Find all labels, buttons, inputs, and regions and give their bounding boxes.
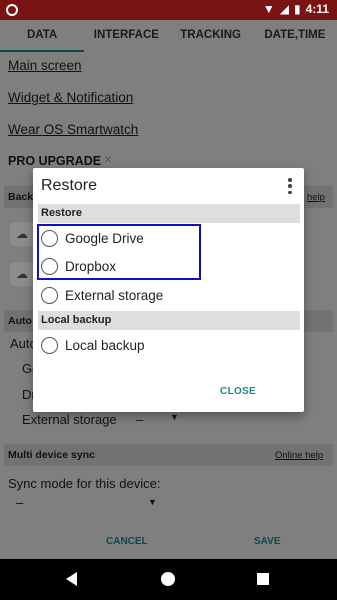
battery-icon: ▮ bbox=[294, 2, 301, 16]
navigation-bar bbox=[0, 559, 337, 600]
local-backup-option[interactable]: Local backup bbox=[41, 337, 145, 354]
highlight-annotation bbox=[37, 224, 201, 280]
dialog-title: Restore bbox=[41, 177, 98, 194]
pro-close-icon[interactable]: × bbox=[104, 151, 112, 167]
external-storage-auto-label: External storage bbox=[22, 412, 117, 427]
main-screen-link[interactable]: Main screen bbox=[8, 58, 82, 73]
backup-help-link[interactable]: help bbox=[307, 192, 325, 203]
external-storage-value[interactable]: – bbox=[136, 412, 143, 427]
cloud-download-icon[interactable]: ☁ bbox=[10, 262, 34, 286]
restore-dialog: Restore Restore Google Drive Dropbox Ext… bbox=[33, 168, 304, 412]
tab-bar: DATA INTERFACE TRACKING DATE,TIME bbox=[0, 20, 337, 52]
overflow-menu-icon[interactable] bbox=[288, 178, 292, 194]
option-label: External storage bbox=[65, 288, 164, 303]
sync-mode-label: Sync mode for this device: bbox=[8, 476, 161, 491]
auto-section-label: Auto bbox=[8, 315, 32, 327]
back-icon[interactable] bbox=[66, 572, 77, 586]
external-storage-option[interactable]: External storage bbox=[41, 287, 163, 304]
tab-date-time[interactable]: DATE,TIME bbox=[253, 20, 337, 52]
online-help-link[interactable]: Online help bbox=[275, 450, 323, 461]
recents-icon[interactable] bbox=[257, 573, 269, 585]
tab-interface[interactable]: INTERFACE bbox=[84, 20, 168, 52]
wifi-icon: ▼ bbox=[262, 2, 275, 16]
cloud-upload-icon[interactable]: ☁ bbox=[10, 222, 34, 246]
cancel-button[interactable]: CANCEL bbox=[106, 536, 148, 547]
local-backup-section-header: Local backup bbox=[38, 311, 300, 330]
status-bar: ▼ ◢ ▮ 4:11 bbox=[0, 0, 337, 20]
signal-icon: ◢ bbox=[279, 2, 290, 16]
widget-notification-link[interactable]: Widget & Notification bbox=[8, 90, 133, 105]
clock: 4:11 bbox=[305, 2, 329, 16]
sync-dropdown-arrow-icon[interactable]: ▼ bbox=[148, 497, 157, 507]
multi-device-sync-label: Multi device sync bbox=[8, 449, 95, 461]
dropdown-arrow-icon[interactable]: ▼ bbox=[170, 412, 179, 422]
close-button[interactable]: CLOSE bbox=[220, 386, 256, 397]
app-notification-icon bbox=[6, 4, 18, 16]
sync-mode-value[interactable]: – bbox=[16, 495, 23, 510]
wear-os-link[interactable]: Wear OS Smartwatch bbox=[8, 122, 138, 137]
radio-button[interactable] bbox=[41, 287, 58, 304]
tab-tracking[interactable]: TRACKING bbox=[169, 20, 253, 52]
save-button[interactable]: SAVE bbox=[254, 536, 281, 547]
restore-section-header: Restore bbox=[38, 204, 300, 223]
option-label: Local backup bbox=[65, 338, 145, 353]
tab-data[interactable]: DATA bbox=[0, 20, 85, 52]
home-icon[interactable] bbox=[161, 572, 175, 586]
radio-button[interactable] bbox=[41, 337, 58, 354]
backup-section-label: Back bbox=[8, 191, 34, 203]
pro-upgrade-label[interactable]: PRO UPGRADE bbox=[8, 154, 101, 168]
